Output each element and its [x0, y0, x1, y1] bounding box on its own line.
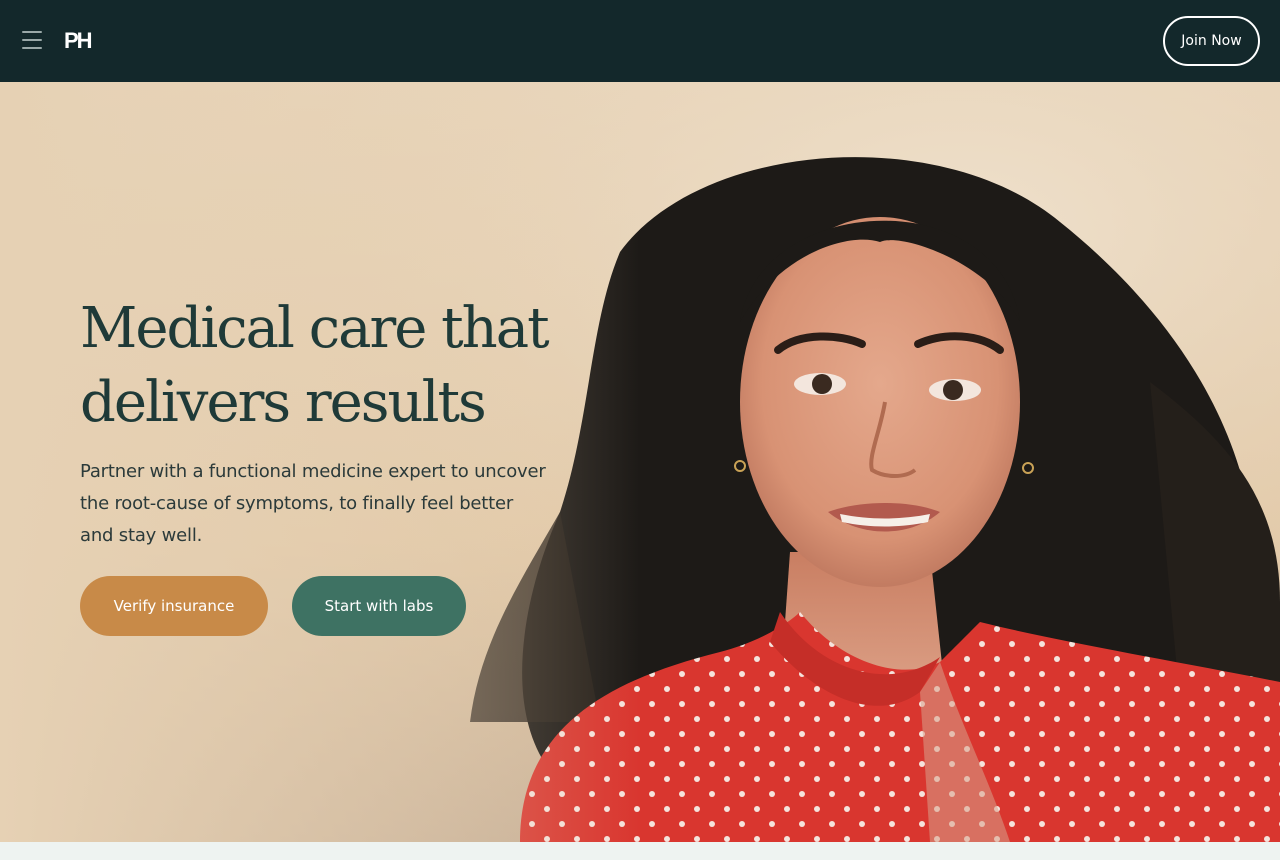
hero-headline: Medical care that delivers results — [80, 296, 550, 435]
brand-logo[interactable]: PH — [64, 24, 93, 58]
top-navigation-bar: PH Join Now — [0, 0, 1280, 82]
start-with-labs-button[interactable]: Start with labs — [292, 576, 466, 636]
hero-section: Medical care that delivers results Partn… — [0, 82, 1280, 842]
verify-insurance-button[interactable]: Verify insurance — [80, 576, 268, 636]
join-now-button[interactable]: Join Now — [1163, 16, 1260, 66]
next-section-edge — [0, 842, 1280, 860]
hamburger-menu-icon[interactable] — [22, 31, 42, 49]
hero-subcopy: Partner with a functional medicine exper… — [80, 461, 546, 546]
